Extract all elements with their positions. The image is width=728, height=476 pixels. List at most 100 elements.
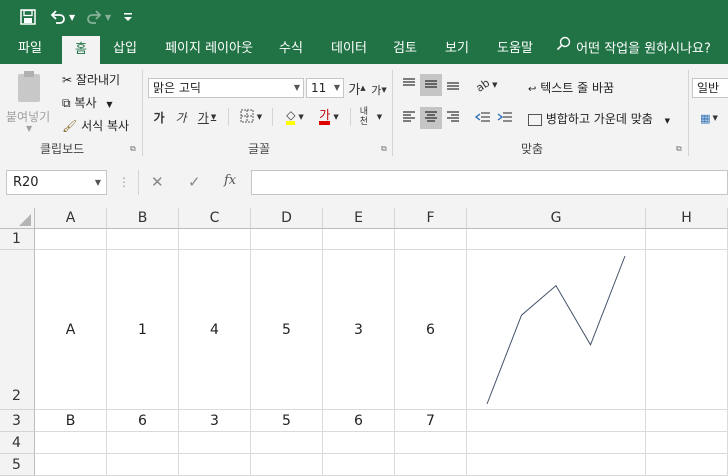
formula-input[interactable]	[251, 170, 728, 195]
column-header-g[interactable]: G	[467, 208, 646, 229]
cell-b1[interactable]	[107, 229, 179, 250]
column-header-c[interactable]: C	[179, 208, 251, 229]
cell-h3[interactable]	[646, 410, 728, 432]
cell-d2[interactable]: 5	[251, 250, 323, 410]
accounting-format-button[interactable]: ▦ ▼	[694, 107, 724, 129]
tab-insert[interactable]: 삽입	[104, 34, 146, 64]
cell-f2[interactable]: 6	[395, 250, 467, 410]
cell-d4[interactable]	[251, 432, 323, 454]
cell-h5[interactable]	[646, 454, 728, 476]
italic-button[interactable]: 가	[172, 106, 190, 128]
cell-a4[interactable]	[35, 432, 107, 454]
cell-e3[interactable]: 6	[323, 410, 395, 432]
column-header-f[interactable]: F	[395, 208, 467, 229]
cell-a3[interactable]: B	[35, 410, 107, 432]
undo-icon[interactable]: ▼	[50, 7, 75, 27]
bottom-align-button[interactable]	[442, 74, 464, 96]
row-header-3[interactable]: 3	[0, 410, 35, 432]
align-center-button[interactable]	[420, 107, 442, 129]
cell-a1[interactable]	[35, 229, 107, 250]
copy-button[interactable]: ⧉ 복사 ▼	[62, 94, 112, 111]
merge-center-button[interactable]: 병합하고 가운데 맞춤 ▼	[528, 110, 670, 127]
number-format-dropdown[interactable]: 일반	[692, 78, 728, 98]
cell-b2[interactable]: 1	[107, 250, 179, 410]
tab-formulas[interactable]: 수식	[270, 34, 312, 64]
customize-qat-icon[interactable]	[124, 7, 132, 27]
borders-button[interactable]: ▼	[236, 106, 266, 128]
cell-g4[interactable]	[467, 432, 646, 454]
align-left-button[interactable]	[398, 107, 420, 129]
increase-indent-button[interactable]	[494, 107, 516, 129]
cut-button[interactable]: ✂ 잘라내기	[62, 71, 120, 88]
alignment-launcher-icon[interactable]: ⧉	[676, 144, 682, 154]
cell-e1[interactable]	[323, 229, 395, 250]
phonetic-button[interactable]: 내천 ▼	[356, 106, 386, 128]
tab-review[interactable]: 검토	[384, 34, 426, 64]
row-header-2[interactable]: 2	[0, 250, 35, 410]
tell-me-search[interactable]: 어떤 작업을 원하시나요?	[556, 34, 728, 64]
cell-f5[interactable]	[395, 454, 467, 476]
paste-button[interactable]: 붙여넣기 ▼	[6, 70, 56, 134]
middle-align-button[interactable]	[420, 74, 442, 96]
cell-h4[interactable]	[646, 432, 728, 454]
tab-data[interactable]: 데이터	[322, 34, 376, 64]
font-launcher-icon[interactable]: ⧉	[381, 144, 387, 154]
top-align-button[interactable]	[398, 74, 420, 96]
cell-g2-sparkline[interactable]	[467, 250, 646, 410]
cell-c5[interactable]	[179, 454, 251, 476]
bold-button[interactable]: 가	[150, 106, 168, 128]
tab-view[interactable]: 보기	[436, 34, 478, 64]
cell-c3[interactable]: 3	[179, 410, 251, 432]
font-size-dropdown[interactable]: 11 ▼	[306, 78, 344, 98]
cell-f1[interactable]	[395, 229, 467, 250]
cell-b3[interactable]: 6	[107, 410, 179, 432]
cell-c4[interactable]	[179, 432, 251, 454]
row-header-1[interactable]: 1	[0, 229, 35, 250]
cell-e2[interactable]: 3	[323, 250, 395, 410]
name-box[interactable]: R20 ▼	[6, 170, 107, 195]
cell-h2[interactable]	[646, 250, 728, 410]
save-icon[interactable]	[20, 7, 36, 27]
cell-c2[interactable]: 4	[179, 250, 251, 410]
cell-g1[interactable]	[467, 229, 646, 250]
tab-home[interactable]: 홈	[62, 36, 100, 64]
cell-f3[interactable]: 7	[395, 410, 467, 432]
cell-g5[interactable]	[467, 454, 646, 476]
cell-d3[interactable]: 5	[251, 410, 323, 432]
wrap-text-button[interactable]: ↩ 텍스트 줄 바꿈	[528, 79, 614, 96]
redo-icon[interactable]: ▼	[86, 7, 111, 27]
cell-a5[interactable]	[35, 454, 107, 476]
fill-color-button[interactable]: ◇ ▼	[280, 106, 310, 128]
orientation-button[interactable]: ab ▼	[470, 74, 504, 96]
cell-c1[interactable]	[179, 229, 251, 250]
column-header-b[interactable]: B	[107, 208, 179, 229]
cell-e5[interactable]	[323, 454, 395, 476]
underline-button[interactable]: 가 ▼	[194, 106, 220, 128]
shrink-font-button[interactable]: 가 ▼	[370, 79, 388, 101]
cell-f4[interactable]	[395, 432, 467, 454]
decrease-indent-button[interactable]	[472, 107, 494, 129]
column-header-a[interactable]: A	[35, 208, 107, 229]
cell-g3[interactable]	[467, 410, 646, 432]
font-color-button[interactable]: 가 ▼	[314, 106, 344, 128]
tab-help[interactable]: 도움말	[488, 34, 542, 64]
font-name-dropdown[interactable]: 맑은 고딕 ▼	[148, 78, 304, 98]
cell-d5[interactable]	[251, 454, 323, 476]
row-header-5[interactable]: 5	[0, 454, 35, 476]
cell-e4[interactable]	[323, 432, 395, 454]
clipboard-launcher-icon[interactable]: ⧉	[130, 144, 136, 154]
row-header-4[interactable]: 4	[0, 432, 35, 454]
select-all-button[interactable]	[0, 208, 35, 229]
cell-a2[interactable]: A	[35, 250, 107, 410]
cell-b5[interactable]	[107, 454, 179, 476]
align-right-button[interactable]	[442, 107, 464, 129]
enter-icon[interactable]: ✓	[188, 173, 201, 191]
grow-font-button[interactable]: 가 ▲	[348, 77, 366, 99]
tab-file[interactable]: 파일	[6, 34, 54, 64]
column-header-d[interactable]: D	[251, 208, 323, 229]
cell-h1[interactable]	[646, 229, 728, 250]
insert-function-icon[interactable]: fx	[224, 173, 236, 188]
tab-page-layout[interactable]: 페이지 레이아웃	[156, 34, 262, 64]
cell-b4[interactable]	[107, 432, 179, 454]
format-painter-button[interactable]: 🖌 서식 복사	[62, 117, 129, 134]
